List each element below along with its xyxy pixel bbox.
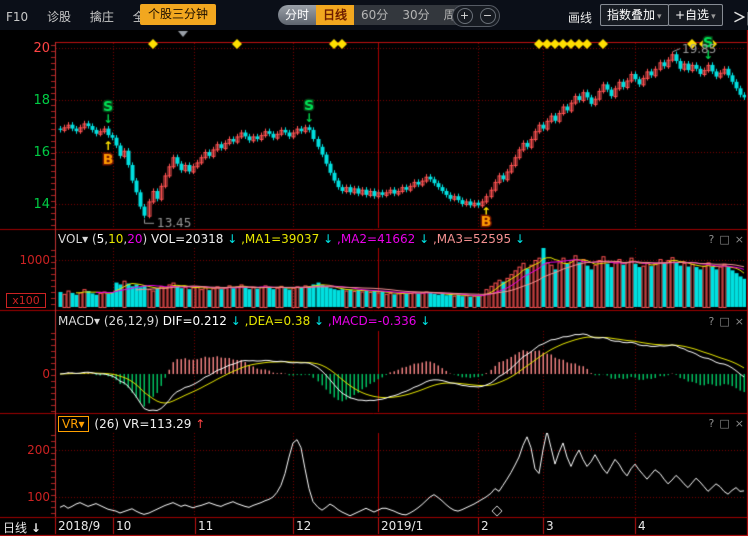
macd-zero-label: 0 bbox=[0, 367, 50, 381]
axis-tick: 10 bbox=[116, 519, 131, 533]
tab-daily[interactable]: 日线 bbox=[316, 5, 354, 25]
axis-tick: 11 bbox=[198, 519, 213, 533]
vol-panel-icons: ? □ × bbox=[704, 233, 744, 246]
vol-unit-label: x100 bbox=[6, 293, 46, 308]
vol-values: (5,10,20) VOL=20318 ↓ ,MA1=39037 ↓ ,MA2=… bbox=[88, 232, 525, 246]
maximize-icon[interactable]: □ bbox=[719, 233, 729, 246]
help-icon[interactable]: ? bbox=[709, 315, 715, 328]
axis-tick: 2019/1 bbox=[381, 519, 423, 533]
stock-3min-button[interactable]: 个股三分钟 bbox=[140, 4, 216, 25]
maximize-icon[interactable]: □ bbox=[719, 315, 729, 328]
draw-line-button[interactable]: 画线 bbox=[568, 9, 592, 26]
menu-item-f10[interactable]: F10 bbox=[6, 10, 28, 24]
macd-indicator-dropdown[interactable]: MACD▾ bbox=[58, 314, 100, 328]
axis-tick: 2018/9 bbox=[58, 519, 100, 533]
vol-scale-label: 1000 bbox=[0, 253, 50, 267]
axis-tick: 3 bbox=[546, 519, 554, 533]
tab-intraday[interactable]: 分时 bbox=[278, 5, 316, 25]
price-label-18: 18 bbox=[0, 93, 50, 108]
chevron-down-icon: ▾ bbox=[657, 12, 662, 22]
help-icon[interactable]: ? bbox=[709, 233, 715, 246]
tab-30min[interactable]: 30分 bbox=[395, 5, 436, 25]
price-label-20: 20 bbox=[0, 41, 50, 56]
toolbar: F10 诊股 擒庄 全景 个股三分钟 分时 日线 60分 30分 周线▾ + −… bbox=[0, 0, 748, 30]
axis-tick: 2 bbox=[481, 519, 489, 533]
zoom-out-button[interactable]: − bbox=[480, 8, 496, 24]
index-overlay-button[interactable]: 指数叠加▾ bbox=[600, 4, 669, 26]
vr-scale-100: 100 bbox=[0, 490, 50, 504]
axis-tick: 12 bbox=[296, 519, 311, 533]
menu-item-diagnose[interactable]: 诊股 bbox=[47, 10, 71, 24]
stock-chart-window: F10 诊股 擒庄 全景 个股三分钟 分时 日线 60分 30分 周线▾ + −… bbox=[0, 0, 748, 536]
zoom-in-button[interactable]: + bbox=[457, 8, 473, 24]
add-watchlist-button[interactable]: +自选▾ bbox=[668, 4, 723, 26]
zoom-pill: + − bbox=[452, 5, 500, 27]
chevron-down-icon: ▾ bbox=[711, 12, 716, 22]
chart-canvas[interactable] bbox=[0, 0, 748, 536]
axis-tick: 4 bbox=[638, 519, 646, 533]
vr-panel-icons: ? □ × bbox=[704, 417, 744, 430]
close-icon[interactable]: × bbox=[735, 417, 744, 430]
vr-panel-header: VR▾ (26) VR=113.29 ↑ bbox=[58, 416, 205, 434]
vr-indicator-dropdown[interactable]: VR▾ bbox=[58, 416, 89, 432]
vol-indicator-dropdown[interactable]: VOL▾ bbox=[58, 232, 88, 246]
axis-period-selector[interactable]: 日线 ↓ bbox=[3, 519, 41, 536]
macd-values: (26,12,9) DIF=0.212 ↓ ,DEA=0.38 ↓ ,MACD=… bbox=[100, 314, 430, 328]
close-icon[interactable]: × bbox=[735, 315, 744, 328]
tab-60min[interactable]: 60分 bbox=[354, 5, 395, 25]
vol-panel-header: VOL▾ (5,10,20) VOL=20318 ↓ ,MA1=39037 ↓ … bbox=[58, 232, 525, 250]
price-label-14: 14 bbox=[0, 197, 50, 212]
close-icon[interactable]: × bbox=[735, 233, 744, 246]
price-label-16: 16 bbox=[0, 145, 50, 160]
menu-item-banker[interactable]: 擒庄 bbox=[90, 10, 114, 24]
vr-values: (26) VR=113.29 ↑ bbox=[91, 417, 206, 431]
maximize-icon[interactable]: □ bbox=[719, 417, 729, 430]
macd-panel-icons: ? □ × bbox=[704, 315, 744, 328]
collapse-panel-icon[interactable]: ＞| bbox=[733, 7, 748, 26]
period-tabs: 分时 日线 60分 30分 周线▾ bbox=[278, 5, 481, 25]
vr-scale-200: 200 bbox=[0, 443, 50, 457]
help-icon[interactable]: ? bbox=[709, 417, 715, 430]
down-arrow-icon: ↓ bbox=[31, 521, 41, 535]
macd-panel-header: MACD▾ (26,12,9) DIF=0.212 ↓ ,DEA=0.38 ↓ … bbox=[58, 314, 430, 332]
